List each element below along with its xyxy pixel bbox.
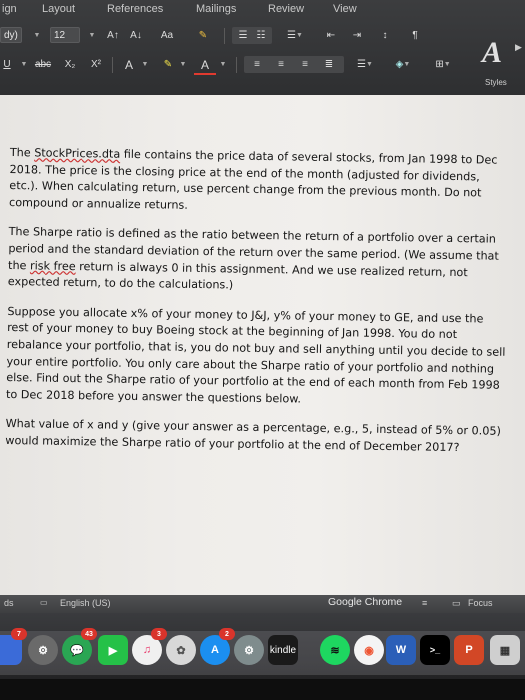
view-layout-icon[interactable]: ≡ [422,598,427,608]
language-status[interactable]: English (US) [60,598,111,608]
line-spacing-icon[interactable]: ☰ ▼ [350,56,380,73]
dock-app-powerpoint-icon[interactable]: P [454,635,484,665]
paragraph-2: The Sharpe ratio is defined as the ratio… [7,225,499,292]
underline-dropdown-icon[interactable]: ▼ [18,56,30,73]
text-effects-button[interactable]: A [118,56,140,73]
font-color-button[interactable]: A [194,56,216,75]
grow-font-button[interactable]: A↑ [104,27,122,44]
document-body[interactable]: The StockPrices.dta file contains the pr… [5,145,510,470]
bullets-group: ☰ ☷ [232,27,272,44]
font-name-dropdown-icon[interactable]: ▼ [31,27,43,44]
status-bar: ds ▭ English (US) Google Chrome ≡ ▭ Focu… [0,595,525,613]
dock-app-finder-icon[interactable]: ▦ [490,635,520,665]
tab-review[interactable]: Review [268,3,304,15]
spell-flagged-word: risk free [29,258,76,273]
dock-app-terminal-icon[interactable]: >_ [420,635,450,665]
dock-app-spotify-icon[interactable]: ≋ [320,635,350,665]
macos-dock: 7 ⚙ 💬 43 ▶ ♫ 3 ✿ A2 ⚙ kindle ≋ ◉ W >_ P ▦ [0,613,525,700]
numbering-icon[interactable]: ☷ [252,27,270,44]
decrease-indent-icon[interactable]: ⇤ [320,27,342,44]
font-size-box[interactable]: 12 [50,27,80,43]
tab-layout[interactable]: Layout [42,3,75,15]
ribbon-row-1: dy) ▼ 12 ▼ A↑ A↓ Aa ✎ ☰ ☷ ☰ ▼ ⇤ ⇥ ↕ ¶ [0,27,525,47]
tab-mailings[interactable]: Mailings [196,3,236,15]
proofing-icon[interactable]: ▭ [40,598,48,607]
font-name-box[interactable]: dy) [0,27,22,43]
shrink-font-button[interactable]: A↓ [127,27,145,44]
dock-app-settings-icon[interactable]: ⚙ [28,635,58,665]
dock-app-chrome-icon[interactable]: ◉ [354,635,384,665]
paragraph-3: Suppose you allocate x% of your money to… [5,304,506,406]
dock-app-kindle-icon[interactable]: kindle [268,635,298,665]
dock-app-appstore-icon[interactable]: A2 [200,628,235,665]
superscript-button[interactable]: X² [86,56,106,73]
dock-app-photos-icon[interactable]: ✿ [166,635,196,665]
dock-app-facetime-icon[interactable]: ▶ [98,635,128,665]
highlight-icon[interactable]: ✎ [158,56,178,73]
dock-app-word-icon[interactable]: W [386,635,416,665]
increase-indent-icon[interactable]: ⇥ [346,27,368,44]
tab-references[interactable]: References [107,3,163,15]
align-left-icon[interactable]: ≡ [246,56,268,73]
dock-app-preferences-icon[interactable]: ⚙ [234,635,264,665]
paragraph-1: The StockPrices.dta file contains the pr… [8,145,498,212]
ribbon-overflow-icon[interactable]: ▶ [515,42,522,53]
tab-design[interactable]: ign [2,3,17,15]
ribbon-tabs: ign Layout References Mailings Review Vi… [0,0,525,20]
text-effects-dropdown-icon[interactable]: ▼ [140,56,150,73]
paragraph-4: What value of x and y (give your answer … [5,417,501,455]
borders-icon[interactable]: ⊞ ▼ [428,56,458,73]
tab-view[interactable]: View [333,3,357,15]
chrome-tooltip: Google Chrome [328,596,403,608]
document-page[interactable]: The StockPrices.dta file contains the pr… [0,95,525,595]
dock-app-messages-icon[interactable]: 💬 43 [62,628,97,665]
styles-label[interactable]: Styles [485,78,507,87]
highlight-dropdown-icon[interactable]: ▼ [178,56,188,73]
shading-icon[interactable]: ◈ ▼ [388,56,418,73]
justify-icon[interactable]: ≣ [318,56,340,73]
focus-label[interactable]: Focus [468,598,493,608]
show-formatting-icon[interactable]: ¶ [404,27,426,44]
dock-app-music-icon[interactable]: ♫ 3 [132,628,167,665]
font-size-dropdown-icon[interactable]: ▼ [86,27,98,44]
bullets-icon[interactable]: ☰ [234,27,252,44]
spell-flagged-word: StockPrices.dta [34,146,121,161]
multilevel-list-icon[interactable]: ☰ ▼ [280,27,310,44]
align-center-icon[interactable]: ≡ [270,56,292,73]
change-case-button[interactable]: Aa [153,27,181,44]
subscript-button[interactable]: X₂ [60,56,80,73]
ribbon-row-2: U ▼ abc X₂ X² A ▼ ✎ ▼ A ▼ ≡ ≡ ≡ ≣ ☰ ▼ ◈ ▼ … [0,56,525,76]
clear-formatting-icon[interactable]: ✎ [192,27,214,44]
align-right-icon[interactable]: ≡ [294,56,316,73]
sort-icon[interactable]: ↕ [374,27,396,44]
underline-button[interactable]: U [0,56,14,73]
status-left-text: ds [4,598,14,608]
word-ribbon: ign Layout References Mailings Review Vi… [0,0,525,95]
styles-pane-icon[interactable]: A [482,36,502,70]
dock-app-calendar-icon[interactable]: 7 [0,628,27,665]
strikethrough-button[interactable]: abc [32,56,54,73]
alignment-group: ≡ ≡ ≡ ≣ [244,56,344,73]
font-color-dropdown-icon[interactable]: ▼ [218,56,228,73]
focus-icon[interactable]: ▭ [452,598,461,609]
